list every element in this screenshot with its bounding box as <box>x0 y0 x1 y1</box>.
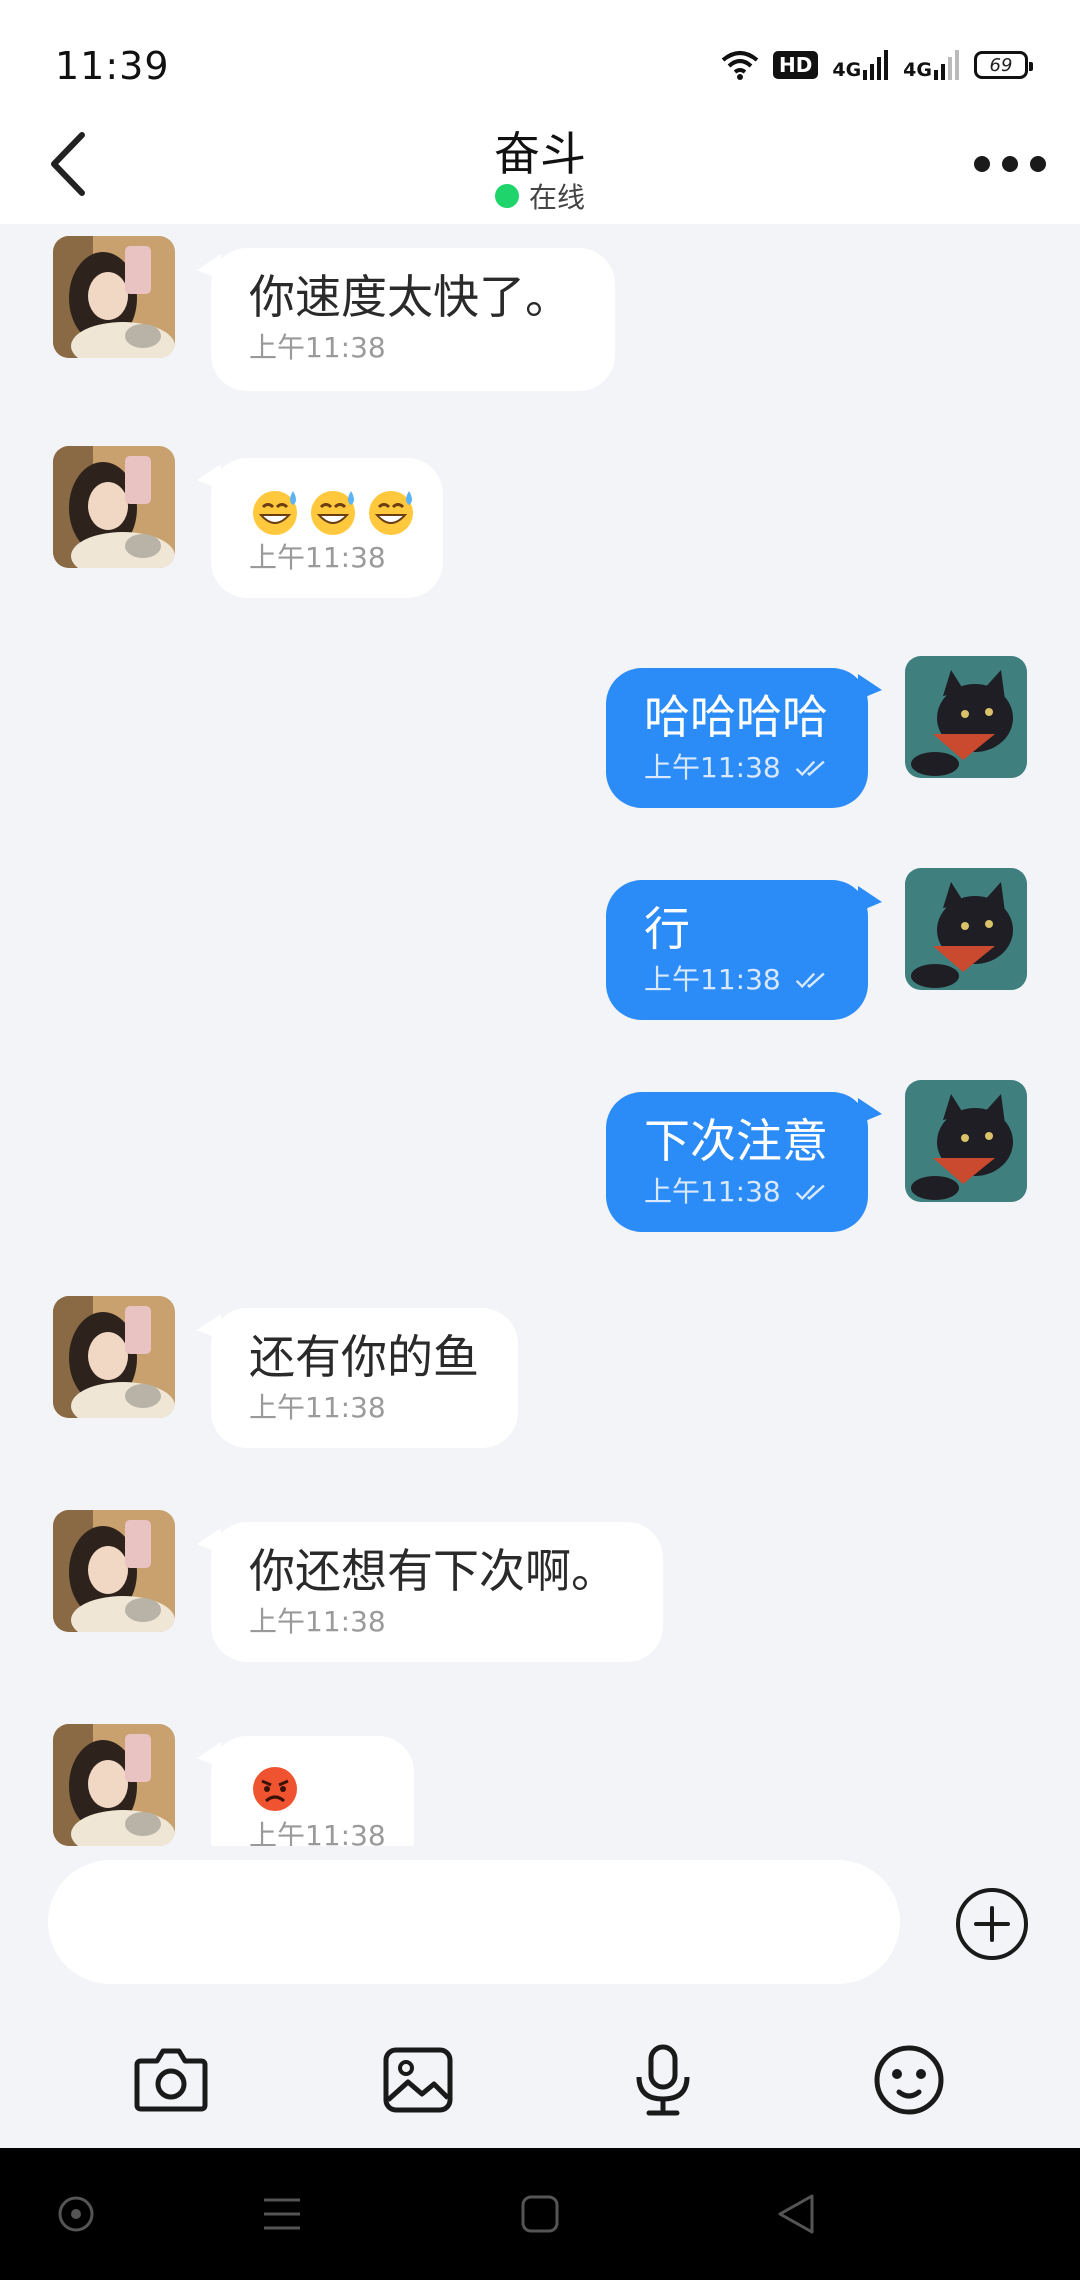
avatar[interactable] <box>53 446 175 568</box>
message-text: 哈哈哈哈 <box>644 690 828 744</box>
message-meta: 上午11:38 <box>644 962 830 998</box>
double-check-icon <box>795 760 825 777</box>
menu-icon <box>264 2198 300 2230</box>
image-icon <box>383 2047 453 2113</box>
message-bubble-outgoing[interactable]: 哈哈哈哈 上午11:38 <box>606 668 882 808</box>
menu-button[interactable] <box>254 2186 310 2242</box>
message-meta: 上午11:38 <box>644 1174 830 1210</box>
input-toolbar <box>0 2020 1080 2150</box>
plus-circle-icon <box>956 1888 1028 1960</box>
grinning-sweat-emoji-icon <box>253 490 297 535</box>
message-input[interactable] <box>48 1860 900 1984</box>
chat-header: 奋斗 在线 <box>0 118 1080 224</box>
circle-dot-icon <box>58 2196 94 2232</box>
message-bubble-incoming[interactable]: 你速度太快了。 上午11:38 <box>197 248 615 391</box>
message-meta: 上午11:38 <box>644 750 830 786</box>
more-actions-button[interactable] <box>954 1886 1030 1962</box>
voice-button[interactable] <box>621 2038 705 2122</box>
message-text: 你还想有下次啊。 <box>249 1544 617 1598</box>
square-icon <box>521 2195 559 2233</box>
message-input-container <box>48 1860 900 1984</box>
double-check-icon <box>795 972 825 989</box>
system-navigation-bar <box>0 2148 1080 2280</box>
angry-face-emoji-icon <box>253 1766 297 1811</box>
message-emojis <box>249 476 413 538</box>
gallery-button[interactable] <box>376 2038 460 2122</box>
signal-1: 4G <box>832 50 889 80</box>
network-type-1: 4G <box>832 59 862 81</box>
message-bubble-incoming[interactable]: 上午11:38 <box>197 1736 414 1846</box>
avatar[interactable] <box>53 236 175 358</box>
message-text: 你速度太快了。 <box>249 270 571 324</box>
more-dot <box>1002 156 1018 172</box>
message-time: 上午11:38 <box>644 751 781 784</box>
online-dot-icon <box>494 184 519 208</box>
back-nav-button[interactable] <box>768 2186 824 2242</box>
more-dots-icon <box>974 156 990 172</box>
more-dot <box>1030 156 1046 172</box>
message-time: 上午11:38 <box>249 1819 386 1846</box>
hd-badge: HD <box>773 51 819 79</box>
double-check-icon <box>795 1184 825 1201</box>
message-bubble-incoming[interactable]: 你还想有下次啊。 上午11:38 <box>197 1522 663 1662</box>
emoji-icon <box>874 2045 944 2115</box>
home-button[interactable] <box>512 2186 568 2242</box>
message-bubble-incoming[interactable]: 还有你的鱼 上午11:38 <box>197 1308 518 1448</box>
message-bubble-outgoing[interactable]: 下次注意 上午11:38 <box>606 1092 882 1232</box>
microphone-icon <box>636 2044 690 2116</box>
message-bubble-incoming[interactable]: 上午11:38 <box>197 458 443 598</box>
wifi-icon <box>721 51 759 80</box>
triangle-back-icon <box>778 2194 814 2234</box>
message-time: 上午11:38 <box>249 1605 386 1638</box>
online-status: 在线 <box>0 176 1080 216</box>
emoji-button[interactable] <box>867 2038 951 2122</box>
message-text: 还有你的鱼 <box>249 1330 479 1384</box>
camera-icon <box>134 2048 208 2112</box>
message-time: 上午11:38 <box>249 331 386 364</box>
grinning-sweat-emoji-icon <box>369 490 413 535</box>
status-bar: 11:39 HD 4G 4G 69 <box>0 0 1080 118</box>
message-time: 上午11:38 <box>644 1175 781 1208</box>
status-time: 11:39 <box>55 44 170 88</box>
more-options-button[interactable] <box>974 142 1046 186</box>
signal-bars-icon <box>934 50 959 80</box>
message-text: 行 <box>644 902 690 956</box>
avatar[interactable] <box>905 1080 1027 1202</box>
message-emojis <box>249 1754 376 1816</box>
avatar[interactable] <box>905 656 1027 778</box>
message-list[interactable]: 你速度太快了。 上午11:38 上午11:38 哈哈哈哈 上午11:38 行 上… <box>0 224 1080 1846</box>
avatar[interactable] <box>53 1724 175 1846</box>
message-bubble-outgoing[interactable]: 行 上午11:38 <box>606 880 882 1020</box>
status-icons: HD 4G 4G 69 <box>721 44 1033 86</box>
message-time: 上午11:38 <box>644 963 781 996</box>
assistant-button[interactable] <box>48 2186 104 2242</box>
camera-button[interactable] <box>129 2038 213 2122</box>
message-text: 下次注意 <box>644 1114 828 1168</box>
network-type-2: 4G <box>903 59 932 81</box>
contact-name: 奋斗 <box>494 127 586 181</box>
battery-icon: 69 <box>974 51 1033 79</box>
signal-2: 4G <box>903 50 960 80</box>
online-status-label: 在线 <box>528 181 585 214</box>
avatar[interactable] <box>905 868 1027 990</box>
signal-bars-icon <box>863 50 889 80</box>
message-time: 上午11:38 <box>249 1391 386 1424</box>
avatar[interactable] <box>53 1510 175 1632</box>
message-time: 上午11:38 <box>249 541 386 574</box>
avatar[interactable] <box>53 1296 175 1418</box>
grinning-sweat-emoji-icon <box>311 490 355 535</box>
